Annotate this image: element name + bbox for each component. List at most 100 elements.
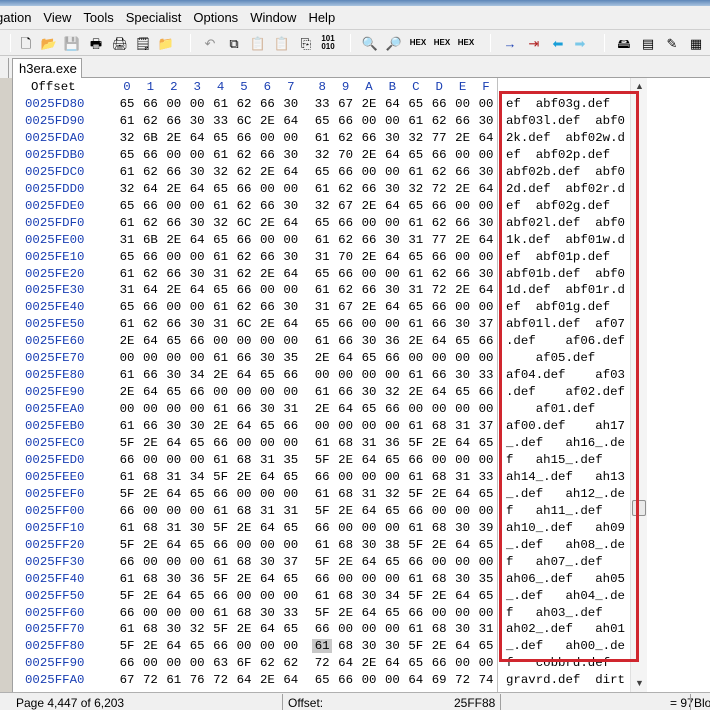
ascii-text[interactable]: af01.def xyxy=(506,402,625,416)
hex-byte[interactable]: 00 xyxy=(281,385,301,399)
hex-byte[interactable]: 00 xyxy=(140,606,160,620)
hex-byte[interactable]: 64 xyxy=(257,521,277,535)
hex-byte[interactable]: 36 xyxy=(382,334,402,348)
hex-byte[interactable]: 31 xyxy=(453,470,473,484)
hex-byte[interactable]: 5F xyxy=(117,639,137,653)
hex-byte[interactable]: 64 xyxy=(164,436,184,450)
hex-byte[interactable]: 00 xyxy=(359,673,379,687)
hex-byte[interactable]: 31 xyxy=(406,283,426,297)
hex-byte[interactable]: 66 xyxy=(336,216,356,230)
hex-byte[interactable]: 00 xyxy=(187,504,207,518)
hex-byte[interactable]: 35 xyxy=(281,351,301,365)
hex-byte[interactable]: 68 xyxy=(140,622,160,636)
row-offset[interactable]: 0025FE10 xyxy=(25,250,85,264)
row-offset[interactable]: 0025FF50 xyxy=(25,589,85,603)
hex-byte[interactable]: 61 xyxy=(117,114,137,128)
hex-byte[interactable]: 00 xyxy=(359,216,379,230)
hex-byte[interactable]: 64 xyxy=(476,283,496,297)
hex-byte[interactable]: 66 xyxy=(453,216,473,230)
hex-byte[interactable]: 64 xyxy=(140,385,160,399)
hex-byte[interactable]: 00 xyxy=(476,148,496,162)
ascii-text[interactable]: ef abf02p.def xyxy=(506,148,625,162)
hex-byte[interactable]: 64 xyxy=(429,334,449,348)
hex-byte[interactable]: 66 xyxy=(234,131,254,145)
hex-byte[interactable]: 65 xyxy=(453,385,473,399)
hex-byte[interactable]: 00 xyxy=(234,589,254,603)
hex-byte[interactable]: 00 xyxy=(429,402,449,416)
hex-byte[interactable]: 00 xyxy=(257,487,277,501)
hex-byte[interactable]: 65 xyxy=(187,639,207,653)
hex-byte[interactable]: 00 xyxy=(234,487,254,501)
hex-byte[interactable]: 61 xyxy=(117,622,137,636)
hex-byte[interactable]: 30 xyxy=(281,199,301,213)
hex-byte[interactable]: 61 xyxy=(117,317,137,331)
binary-edit-icon[interactable]: 101 010 xyxy=(318,33,338,53)
hex-byte[interactable]: 64 xyxy=(234,673,254,687)
hex-byte[interactable]: 30 xyxy=(281,97,301,111)
open-disk-icon[interactable]: 📁 xyxy=(156,33,176,53)
hex-byte[interactable]: 61 xyxy=(117,216,137,230)
hex-byte[interactable]: 00 xyxy=(453,148,473,162)
hex-byte[interactable]: 31 xyxy=(211,317,231,331)
hex-byte[interactable]: 31 xyxy=(453,419,473,433)
hex-byte[interactable]: 65 xyxy=(453,334,473,348)
hex-byte[interactable]: 65 xyxy=(164,385,184,399)
hex-byte[interactable]: 64 xyxy=(281,216,301,230)
hex-byte[interactable]: 66 xyxy=(312,622,332,636)
hex-byte[interactable]: 30 xyxy=(281,250,301,264)
hex-byte[interactable]: 64 xyxy=(164,639,184,653)
hex-byte[interactable]: 64 xyxy=(476,131,496,145)
hex-byte[interactable]: 64 xyxy=(453,487,473,501)
hex-byte[interactable]: 66 xyxy=(406,504,426,518)
hex-byte[interactable]: 35 xyxy=(476,572,496,586)
hex-byte[interactable]: 68 xyxy=(234,453,254,467)
hex-byte[interactable]: 00 xyxy=(187,402,207,416)
hex-byte[interactable]: 00 xyxy=(359,521,379,535)
hex-byte[interactable]: 66 xyxy=(429,368,449,382)
row-offset[interactable]: 0025FF80 xyxy=(25,639,85,653)
hex-byte[interactable]: 68 xyxy=(429,419,449,433)
hex-byte[interactable]: 68 xyxy=(336,639,356,653)
hex-byte[interactable]: 65 xyxy=(281,572,301,586)
hex-byte[interactable]: 00 xyxy=(382,165,402,179)
hex-byte[interactable]: 66 xyxy=(336,165,356,179)
hex-byte[interactable]: 00 xyxy=(164,606,184,620)
row-offset[interactable]: 0025FF90 xyxy=(25,656,85,670)
hex-byte[interactable]: 00 xyxy=(234,385,254,399)
hex-byte[interactable]: 65 xyxy=(476,589,496,603)
row-offset[interactable]: 0025FDE0 xyxy=(25,199,85,213)
hex-byte[interactable]: 30 xyxy=(164,368,184,382)
hex-byte[interactable]: 00 xyxy=(257,131,277,145)
hex-byte[interactable]: 64 xyxy=(336,656,356,670)
hex-byte[interactable]: 64 xyxy=(257,572,277,586)
open-disk-drive-icon[interactable]: 🖴 xyxy=(614,33,634,53)
hex-byte[interactable]: 61 xyxy=(117,368,137,382)
ascii-text[interactable]: _.def ah04_.de xyxy=(506,589,625,603)
hex-byte[interactable]: 2E xyxy=(429,538,449,552)
row-offset[interactable]: 0025FE60 xyxy=(25,334,85,348)
hex-byte[interactable]: 00 xyxy=(382,521,402,535)
hex-byte[interactable]: 66 xyxy=(453,114,473,128)
hex-byte[interactable]: 5F xyxy=(312,606,332,620)
hex-byte[interactable]: 00 xyxy=(476,656,496,670)
hex-byte[interactable]: 61 xyxy=(312,334,332,348)
hex-byte[interactable]: 6B xyxy=(140,131,160,145)
hex-byte[interactable]: 66 xyxy=(187,385,207,399)
hex-byte[interactable]: 00 xyxy=(453,199,473,213)
row-offset[interactable]: 0025FEB0 xyxy=(25,419,85,433)
hex-byte[interactable]: 70 xyxy=(336,250,356,264)
hex-byte[interactable]: 65 xyxy=(164,334,184,348)
hex-byte[interactable]: 61 xyxy=(312,538,332,552)
hex-byte[interactable]: 66 xyxy=(257,97,277,111)
hex-byte[interactable]: 32 xyxy=(382,487,402,501)
open-file-icon[interactable]: 📂 xyxy=(39,33,59,53)
hex-byte[interactable]: 00 xyxy=(336,470,356,484)
hex-byte[interactable]: 65 xyxy=(117,300,137,314)
hex-byte[interactable]: 00 xyxy=(140,351,160,365)
ascii-text[interactable]: 2d.def abf02r.d xyxy=(506,182,625,196)
row-offset[interactable]: 0025FF40 xyxy=(25,572,85,586)
hex-byte[interactable]: 00 xyxy=(281,487,301,501)
row-offset[interactable]: 0025FE20 xyxy=(25,267,85,281)
hex-byte[interactable]: 00 xyxy=(257,589,277,603)
hex-byte[interactable]: 6B xyxy=(140,233,160,247)
